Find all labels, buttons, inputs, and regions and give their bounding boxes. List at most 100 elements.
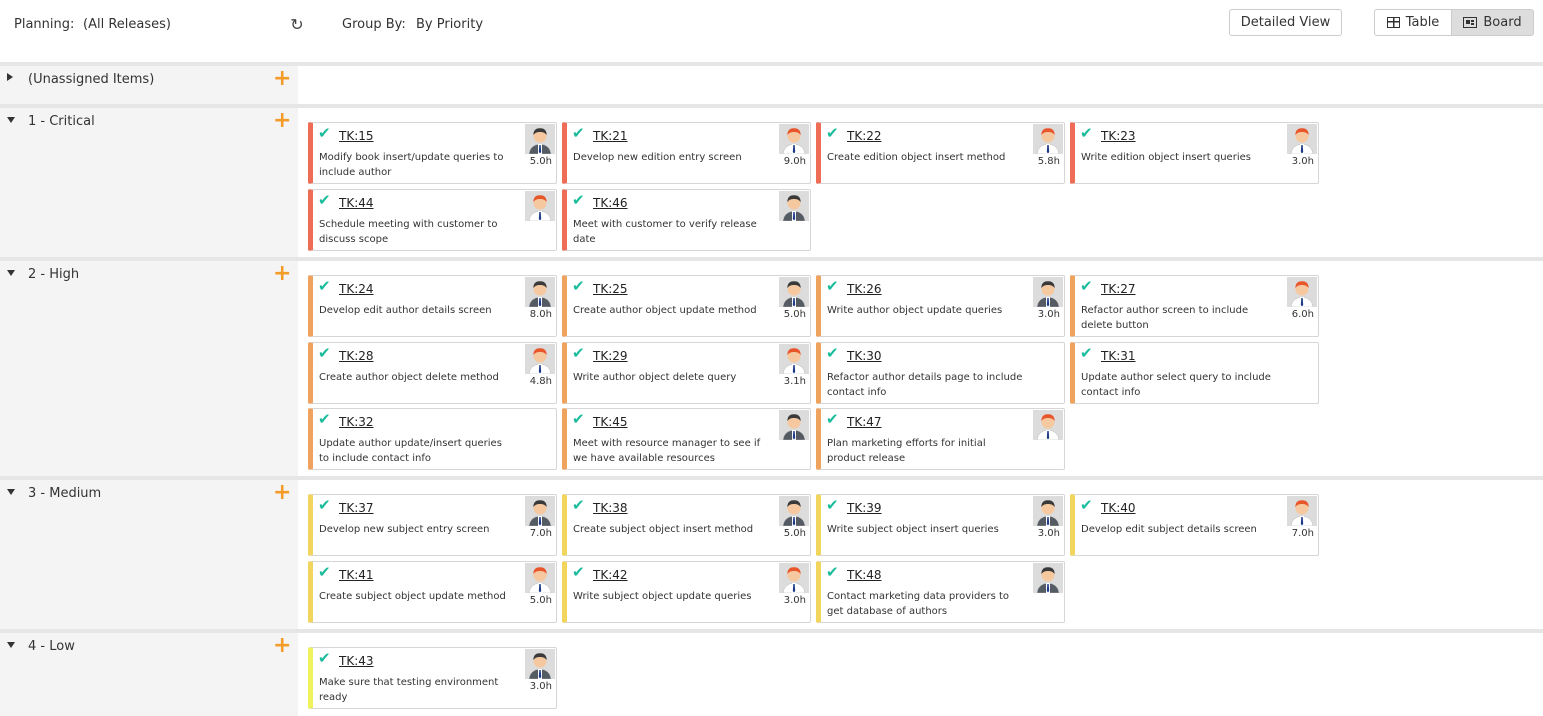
task-card[interactable]: ✔ TK:15 Modify book insert/update queries … bbox=[308, 122, 557, 184]
task-card[interactable]: ✔ TK:29 Write author object delete query 3.… bbox=[562, 342, 811, 404]
task-id-link[interactable]: TK:41 bbox=[339, 568, 374, 582]
task-id-link[interactable]: TK:26 bbox=[847, 282, 882, 296]
task-card[interactable]: ✔ TK:43 Make sure that testing environment… bbox=[308, 647, 557, 709]
task-card[interactable]: ✔ TK:48 Contact marketing data providers t… bbox=[816, 561, 1065, 623]
task-description: Contact marketing data providers to get … bbox=[827, 591, 1010, 617]
task-card[interactable]: ✔ TK:40 Develop edit subject details scree… bbox=[1070, 494, 1319, 556]
owner-avatar-icon bbox=[779, 410, 809, 440]
task-type-check-icon: ✔ bbox=[826, 344, 839, 362]
task-type-check-icon: ✔ bbox=[1080, 496, 1093, 514]
board-view-button[interactable]: Board bbox=[1452, 9, 1534, 36]
task-card[interactable]: ✔ TK:30 Refactor author details page to in… bbox=[816, 342, 1065, 404]
task-card[interactable]: ✔ TK:24 Develop edit author details screen… bbox=[308, 275, 557, 337]
task-card[interactable]: ✔ TK:28 Create author object delete method… bbox=[308, 342, 557, 404]
task-card[interactable]: ✔ TK:39 Write subject object insert querie… bbox=[816, 494, 1065, 556]
owner-avatar-icon bbox=[1287, 277, 1317, 307]
task-estimate: 3.0h bbox=[1037, 528, 1060, 539]
task-id-link[interactable]: TK:25 bbox=[593, 282, 628, 296]
task-id-link[interactable]: TK:27 bbox=[1101, 282, 1136, 296]
task-id-link[interactable]: TK:38 bbox=[593, 501, 628, 515]
task-card[interactable]: ✔ TK:42 Write subject object update querie… bbox=[562, 561, 811, 623]
task-id-link[interactable]: TK:21 bbox=[593, 129, 628, 143]
task-estimate: 3.0h bbox=[783, 595, 806, 606]
task-id-link[interactable]: TK:40 bbox=[1101, 501, 1136, 515]
collapse-caret-icon[interactable] bbox=[7, 270, 15, 276]
view-toggle: Table Board bbox=[1374, 9, 1534, 36]
task-id-link[interactable]: TK:43 bbox=[339, 654, 374, 668]
swimlane-header: 3 - Medium + bbox=[0, 480, 298, 629]
task-estimate: 5.0h bbox=[529, 595, 552, 606]
task-id-link[interactable]: TK:24 bbox=[339, 282, 374, 296]
task-card[interactable]: ✔ TK:47 Plan marketing efforts for initial… bbox=[816, 408, 1065, 470]
owner-avatar-icon bbox=[779, 344, 809, 374]
task-id-link[interactable]: TK:46 bbox=[593, 196, 628, 210]
task-description: Refactor author screen to include delete… bbox=[1081, 305, 1249, 331]
task-estimate: 5.0h bbox=[783, 309, 806, 320]
planning-release-selector[interactable]: (All Releases) bbox=[83, 17, 171, 32]
add-item-icon[interactable]: + bbox=[273, 263, 291, 285]
task-type-check-icon: ✔ bbox=[572, 410, 585, 428]
task-card[interactable]: ✔ TK:22 Create edition object insert metho… bbox=[816, 122, 1065, 184]
task-card[interactable]: ✔ TK:37 Develop new subject entry screen 7.… bbox=[308, 494, 557, 556]
add-item-icon[interactable]: + bbox=[273, 635, 291, 657]
detailed-view-button[interactable]: Detailed View bbox=[1229, 9, 1342, 36]
table-view-button[interactable]: Table bbox=[1374, 9, 1452, 36]
task-card[interactable]: ✔ TK:41 Create subject object update metho… bbox=[308, 561, 557, 623]
task-id-link[interactable]: TK:29 bbox=[593, 349, 628, 363]
add-item-icon[interactable]: + bbox=[273, 482, 291, 504]
owner-avatar-icon bbox=[525, 344, 555, 374]
task-id-link[interactable]: TK:22 bbox=[847, 129, 882, 143]
task-card[interactable]: ✔ TK:44 Schedule meeting with customer to … bbox=[308, 189, 557, 251]
task-estimate: 3.0h bbox=[1291, 156, 1314, 167]
add-item-icon[interactable]: + bbox=[273, 68, 291, 90]
table-view-label: Table bbox=[1405, 15, 1440, 30]
collapse-caret-icon[interactable] bbox=[7, 642, 15, 648]
task-type-check-icon: ✔ bbox=[1080, 124, 1093, 142]
swimlane: 2 - High + ✔ TK:24 Develop edit author detai… bbox=[0, 257, 1543, 476]
task-estimate: 6.0h bbox=[1291, 309, 1314, 320]
owner-avatar-icon bbox=[779, 563, 809, 593]
task-id-link[interactable]: TK:30 bbox=[847, 349, 882, 363]
swimlane-title: (Unassigned Items) bbox=[28, 72, 155, 87]
task-id-link[interactable]: TK:31 bbox=[1101, 349, 1136, 363]
task-description: Write subject object update queries bbox=[573, 591, 752, 602]
task-type-check-icon: ✔ bbox=[318, 277, 331, 295]
task-id-link[interactable]: TK:28 bbox=[339, 349, 374, 363]
collapse-caret-icon[interactable] bbox=[7, 117, 15, 123]
task-card[interactable]: ✔ TK:25 Create author object update method… bbox=[562, 275, 811, 337]
task-card[interactable]: ✔ TK:38 Create subject object insert metho… bbox=[562, 494, 811, 556]
task-id-link[interactable]: TK:39 bbox=[847, 501, 882, 515]
task-id-link[interactable]: TK:15 bbox=[339, 129, 374, 143]
task-type-check-icon: ✔ bbox=[826, 277, 839, 295]
task-estimate: 3.0h bbox=[529, 681, 552, 692]
owner-avatar-icon bbox=[1287, 124, 1317, 154]
task-id-link[interactable]: TK:44 bbox=[339, 196, 374, 210]
task-card[interactable]: ✔ TK:27 Refactor author screen to include … bbox=[1070, 275, 1319, 337]
expand-caret-icon[interactable] bbox=[7, 73, 13, 81]
task-type-check-icon: ✔ bbox=[318, 649, 331, 667]
task-type-check-icon: ✔ bbox=[572, 124, 585, 142]
collapse-caret-icon[interactable] bbox=[7, 489, 15, 495]
task-estimate: 3.1h bbox=[783, 376, 806, 387]
task-id-link[interactable]: TK:42 bbox=[593, 568, 628, 582]
task-card[interactable]: ✔ TK:23 Write edition object insert querie… bbox=[1070, 122, 1319, 184]
task-id-link[interactable]: TK:47 bbox=[847, 415, 882, 429]
task-card[interactable]: ✔ TK:21 Develop new edition entry screen 9.… bbox=[562, 122, 811, 184]
refresh-icon[interactable]: ↻ bbox=[288, 16, 306, 34]
task-card[interactable]: ✔ TK:31 Update author select query to incl… bbox=[1070, 342, 1319, 404]
owner-avatar-icon bbox=[1033, 563, 1063, 593]
task-card[interactable]: ✔ TK:45 Meet with resource manager to see … bbox=[562, 408, 811, 470]
task-type-check-icon: ✔ bbox=[572, 496, 585, 514]
owner-avatar-icon bbox=[1033, 277, 1063, 307]
task-card[interactable]: ✔ TK:26 Write author object update queries… bbox=[816, 275, 1065, 337]
task-card[interactable]: ✔ TK:46 Meet with customer to verify relea… bbox=[562, 189, 811, 251]
group-by-selector[interactable]: By Priority bbox=[416, 17, 483, 32]
task-id-link[interactable]: TK:32 bbox=[339, 415, 374, 429]
task-id-link[interactable]: TK:37 bbox=[339, 501, 374, 515]
task-card[interactable]: ✔ TK:32 Update author update/insert querie… bbox=[308, 408, 557, 470]
add-item-icon[interactable]: + bbox=[273, 110, 291, 132]
task-id-link[interactable]: TK:45 bbox=[593, 415, 628, 429]
task-id-link[interactable]: TK:23 bbox=[1101, 129, 1136, 143]
task-type-check-icon: ✔ bbox=[826, 496, 839, 514]
task-id-link[interactable]: TK:48 bbox=[847, 568, 882, 582]
